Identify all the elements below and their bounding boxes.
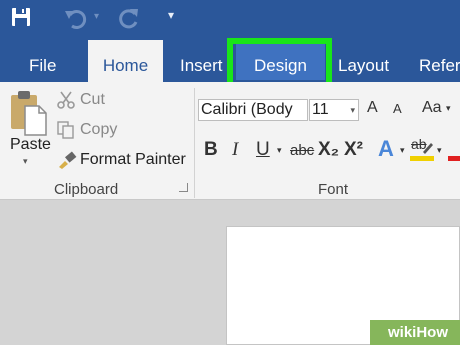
paste-dropdown-icon[interactable]: ▾ xyxy=(23,156,28,167)
superscript-button[interactable]: X² xyxy=(344,139,363,161)
italic-button[interactable]: I xyxy=(232,139,238,161)
tab-file[interactable]: File xyxy=(29,40,56,82)
underline-button[interactable]: U xyxy=(256,139,270,161)
paste-button[interactable]: Paste xyxy=(10,136,51,154)
save-icon[interactable] xyxy=(11,7,31,32)
highlight-dropdown-icon[interactable]: ▾ xyxy=(437,145,442,156)
highlight-color-bar xyxy=(410,156,434,161)
font-name-box[interactable]: Calibri (Body xyxy=(198,99,308,121)
tab-layout[interactable]: Layout xyxy=(338,40,389,82)
font-size-box[interactable]: 11 ▾ xyxy=(309,99,359,121)
quick-access-toolbar: ▾ ▾ xyxy=(0,0,460,40)
grow-font-button[interactable]: A xyxy=(367,99,378,117)
text-effects-dropdown-icon[interactable]: ▾ xyxy=(400,145,405,156)
paste-icon[interactable] xyxy=(9,90,49,141)
tab-insert[interactable]: Insert xyxy=(180,40,223,82)
customize-toolbar-icon[interactable]: ▾ xyxy=(168,8,174,22)
strikethrough-button[interactable]: abc xyxy=(290,142,314,159)
highlighter-icon xyxy=(423,143,433,154)
group-separator xyxy=(194,88,195,198)
change-case-dropdown-icon[interactable]: ▾ xyxy=(446,103,451,114)
scissors-icon xyxy=(57,91,75,114)
copy-label: Copy xyxy=(80,121,118,138)
wikihow-watermark: wikiHow xyxy=(370,320,460,345)
cut-label: Cut xyxy=(80,91,105,108)
copy-icon xyxy=(57,121,75,144)
tab-references[interactable]: Refer xyxy=(419,40,460,82)
home-ribbon: Paste ▾ Cut Copy Format Painter Clipboar… xyxy=(0,82,460,200)
font-size-dropdown-icon[interactable]: ▾ xyxy=(350,100,355,120)
subscript-button[interactable]: X₂ xyxy=(318,139,339,161)
format-painter-label: Format Painter xyxy=(80,151,186,168)
text-effects-button[interactable]: A xyxy=(378,136,394,162)
font-color-bar xyxy=(448,156,460,161)
paintbrush-icon xyxy=(57,151,77,174)
undo-icon[interactable] xyxy=(64,6,90,35)
bold-button[interactable]: B xyxy=(204,139,218,161)
font-group-label: Font xyxy=(318,181,349,198)
undo-dropdown-icon[interactable]: ▾ xyxy=(94,11,99,22)
clipboard-group-label: Clipboard xyxy=(54,181,119,198)
redo-icon[interactable] xyxy=(117,6,141,35)
tab-home[interactable]: Home xyxy=(88,40,163,82)
underline-dropdown-icon[interactable]: ▾ xyxy=(277,145,282,156)
highlight-button[interactable]: ab xyxy=(410,136,436,164)
shrink-font-button[interactable]: A xyxy=(393,101,402,116)
font-color-button[interactable] xyxy=(448,142,460,164)
change-case-button[interactable]: Aa xyxy=(422,99,442,117)
font-size-value: 11 xyxy=(312,101,329,118)
clipboard-dialog-launcher-icon[interactable] xyxy=(179,183,188,192)
